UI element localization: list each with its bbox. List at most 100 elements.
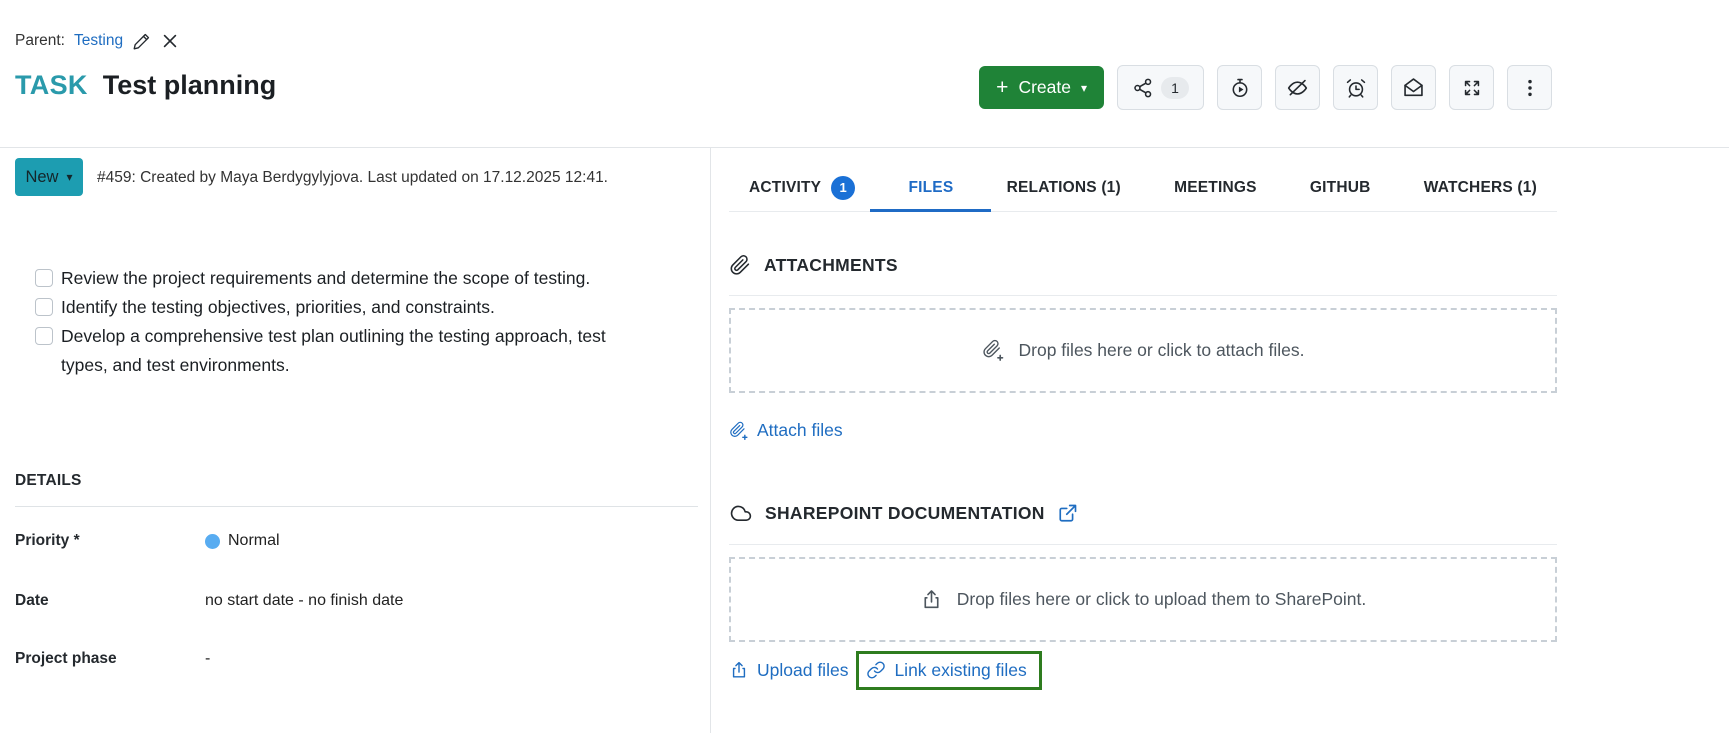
kebab-menu-icon (1519, 77, 1541, 99)
notification-settings-button[interactable] (1391, 65, 1436, 110)
tab-activity[interactable]: ACTIVITY 1 (749, 164, 856, 211)
tab-relations[interactable]: RELATIONS (1) (1007, 164, 1121, 211)
chain-link-icon (866, 660, 886, 680)
tab-meetings[interactable]: MEETINGS (1174, 164, 1257, 211)
field-label-date: Date (15, 592, 49, 609)
stopwatch-icon (1229, 77, 1251, 99)
chevron-down-icon: ▾ (1080, 80, 1087, 95)
sharepoint-heading-label: SHAREPOINT DOCUMENTATION (765, 502, 1045, 523)
link-existing-files-link[interactable]: Link existing files (866, 659, 1027, 681)
breadcrumb: Parent: Testing (15, 31, 180, 51)
create-button[interactable]: + Create ▾ (979, 66, 1104, 109)
unwatch-button[interactable] (1275, 65, 1320, 110)
toolbar: + Create ▾ 1 (979, 65, 1552, 110)
checkbox[interactable] (35, 298, 53, 316)
tab-github[interactable]: GITHUB (1310, 164, 1371, 211)
pencil-icon (132, 32, 151, 51)
start-timer-button[interactable] (1217, 65, 1262, 110)
link-existing-files-highlight: Link existing files (856, 650, 1042, 690)
checklist-item-label: Identify the testing objectives, priorit… (61, 297, 495, 317)
section-divider (729, 295, 1557, 296)
external-link-icon[interactable] (1058, 503, 1078, 523)
priority-dot-icon (205, 533, 220, 549)
field-row-priority: Priority * Normal (15, 528, 280, 554)
parent-link[interactable]: Testing (74, 32, 123, 50)
sharepoint-section-heading: SHAREPOINT DOCUMENTATION (729, 502, 1557, 525)
upload-files-link[interactable]: Upload files (729, 660, 848, 681)
expand-arrows-icon (1461, 77, 1483, 99)
checklist-item-label: Review the project requirements and dete… (61, 268, 591, 288)
checklist-item[interactable]: Develop a comprehensive test plan outlin… (35, 322, 653, 380)
field-value-priority[interactable]: Normal (205, 532, 280, 550)
attachments-dropzone-text: Drop files here or click to attach files… (1018, 340, 1305, 360)
details-divider (15, 506, 698, 507)
share-icon (1132, 77, 1154, 99)
description-checklist: Review the project requirements and dete… (35, 264, 653, 380)
checklist-item-label: Develop a comprehensive test plan outlin… (61, 326, 606, 375)
tabs-pane: ACTIVITY 1 FILES RELATIONS (1) MEETINGS … (711, 148, 1729, 733)
priority-value-text: Normal (228, 532, 280, 549)
page-title[interactable]: Test planning (103, 70, 277, 101)
reminder-button[interactable] (1333, 65, 1378, 110)
sharepoint-actions-row: Upload files Link existing files (729, 650, 1557, 690)
tab-bar: ACTIVITY 1 FILES RELATIONS (1) MEETINGS … (729, 148, 1557, 212)
tab-meetings-label: MEETINGS (1174, 178, 1257, 196)
parent-label: Parent: (15, 32, 65, 49)
title-row: TASK Test planning (15, 70, 276, 101)
paperclip-plus-icon (729, 421, 749, 441)
sharepoint-dropzone-text: Drop files here or click to upload them … (956, 588, 1367, 609)
sharepoint-dropzone[interactable]: Drop files here or click to upload them … (729, 556, 1557, 642)
attach-files-link[interactable]: Attach files (729, 420, 843, 441)
checklist-item[interactable]: Identify the testing objectives, priorit… (35, 293, 653, 322)
checkbox[interactable] (35, 327, 53, 345)
field-label-priority: Priority * (15, 532, 80, 549)
field-row-date: Date no start date - no finish date (15, 588, 403, 614)
attachments-dropzone[interactable]: Drop files here or click to attach files… (729, 308, 1557, 393)
tab-relations-label: RELATIONS (1) (1006, 178, 1121, 196)
section-divider (729, 543, 1557, 545)
details-heading: DETAILS (15, 472, 82, 489)
activity-count-badge: 1 (831, 175, 856, 200)
plus-icon: + (996, 76, 1009, 99)
field-value-project-phase[interactable]: - (205, 650, 210, 668)
paperclip-icon (729, 254, 751, 276)
open-envelope-icon (1402, 76, 1425, 99)
tab-activity-label: ACTIVITY (749, 178, 822, 196)
paperclip-plus-icon (982, 339, 1005, 362)
upload-icon (920, 588, 943, 611)
close-icon (160, 31, 180, 51)
details-pane: New ▾ #459: Created by Maya Berdygylyjov… (0, 148, 710, 733)
date-value-text: no start date - no finish date (205, 592, 404, 609)
checklist-item[interactable]: Review the project requirements and dete… (35, 264, 653, 293)
attachments-section-heading: ATTACHMENTS (729, 254, 1557, 276)
upload-icon (729, 660, 749, 680)
tab-watchers-label: WATCHERS (1) (1423, 178, 1537, 196)
alarm-clock-icon (1345, 77, 1367, 99)
chevron-down-icon: ▾ (66, 170, 73, 184)
tab-files[interactable]: FILES (870, 164, 992, 212)
status-label: New (25, 167, 59, 186)
create-button-label: Create (1018, 77, 1071, 97)
tab-github-label: GITHUB (1309, 178, 1371, 196)
eye-slash-icon (1286, 76, 1309, 99)
attach-files-label: Attach files (757, 420, 843, 440)
tab-watchers[interactable]: WATCHERS (1) (1424, 164, 1537, 211)
share-count-badge: 1 (1161, 76, 1189, 99)
work-package-meta: #459: Created by Maya Berdygylyjova. Las… (97, 169, 608, 186)
remove-parent-button[interactable] (160, 31, 180, 51)
more-menu-button[interactable] (1507, 65, 1552, 110)
project-phase-value-text: - (205, 650, 211, 667)
tab-files-label: FILES (908, 178, 954, 196)
share-button[interactable]: 1 (1117, 65, 1204, 110)
work-package-type[interactable]: TASK (15, 70, 88, 101)
field-value-date[interactable]: no start date - no finish date (205, 592, 403, 610)
cloud-icon (729, 502, 752, 525)
status-dropdown[interactable]: New ▾ (15, 158, 83, 196)
upload-files-label: Upload files (757, 659, 849, 680)
attachments-heading-label: ATTACHMENTS (764, 254, 898, 275)
checkbox[interactable] (35, 269, 53, 287)
link-existing-files-label: Link existing files (894, 659, 1027, 680)
edit-parent-button[interactable] (132, 32, 151, 51)
field-label-project-phase: Project phase (15, 650, 117, 667)
fullscreen-button[interactable] (1449, 65, 1494, 110)
